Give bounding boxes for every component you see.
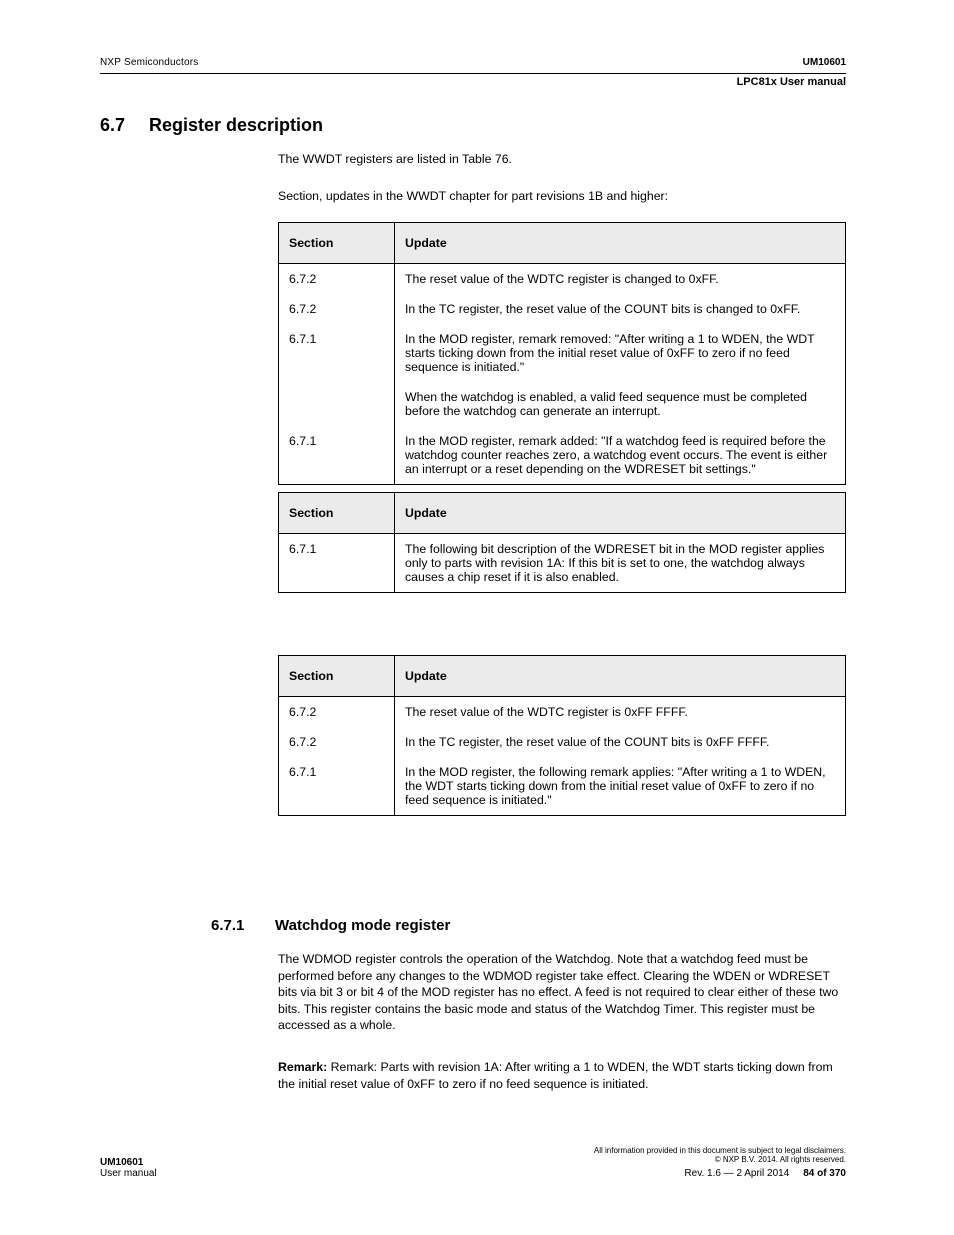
table-row: 6.7.1 The following bit description of t…: [279, 534, 846, 593]
cell-update: The following bit description of the WDR…: [395, 534, 846, 593]
table-row: When the watchdog is enabled, a valid fe…: [279, 382, 846, 426]
footer-left: UM10601 User manual: [100, 1157, 157, 1179]
table-row: 6.7.1 In the MOD register, remark remove…: [279, 324, 846, 382]
remark-text: Remark: Parts with revision 1A: After wr…: [278, 1060, 833, 1091]
updates-table-1: Section Update 6.7.2 The reset value of …: [278, 222, 846, 485]
header-subtitle: LPC81x User manual: [737, 76, 846, 88]
subsection-paragraph-2: Remark: Remark: Parts with revision 1A: …: [278, 1059, 846, 1092]
header-left: UM10601: [803, 57, 846, 68]
cell-update: In the TC register, the reset value of t…: [395, 727, 846, 757]
page: NXP Semiconductors UM10601 LPC81x User m…: [0, 0, 954, 1235]
intro-paragraph-2: Section, updates in the WWDT chapter for…: [278, 188, 846, 205]
updates-table-2: Section Update 6.7.1 The following bit d…: [278, 492, 846, 593]
subsection-title: Watchdog mode register: [275, 917, 450, 934]
section-number: 6.7: [100, 115, 125, 136]
footer-page: 84 of 370: [803, 1168, 846, 1179]
table-row: 6.7.1 In the MOD register, the following…: [279, 757, 846, 816]
intro-paragraph-1: The WWDT registers are listed in Table 7…: [278, 151, 846, 168]
table-header-update: Update: [395, 656, 846, 697]
cell-section: 6.7.2: [279, 727, 395, 757]
table-row: 6.7.2 The reset value of the WDTC regist…: [279, 264, 846, 295]
subsection-number: 6.7.1: [211, 917, 244, 934]
table-row: 6.7.2 In the TC register, the reset valu…: [279, 727, 846, 757]
table-header-update: Update: [395, 223, 846, 264]
table-row: 6.7.2 In the TC register, the reset valu…: [279, 294, 846, 324]
cell-update: In the MOD register, remark added: "If a…: [395, 426, 846, 485]
cell-section: 6.7.1: [279, 426, 395, 485]
table-row: 6.7.1 In the MOD register, remark added:…: [279, 426, 846, 485]
table-header-update: Update: [395, 493, 846, 534]
cell-update: In the MOD register, the following remar…: [395, 757, 846, 816]
footer-disclaimer: All information provided in this documen…: [594, 1146, 846, 1155]
subsection-paragraph-1: The WDMOD register controls the operatio…: [278, 951, 846, 1034]
cell-update: The reset value of the WDTC register is …: [395, 264, 846, 295]
cell-update: In the MOD register, remark removed: "Af…: [395, 324, 846, 382]
updates-table-3: Section Update 6.7.2 The reset value of …: [278, 655, 846, 816]
cell-section: 6.7.2: [279, 264, 395, 295]
cell-section: 6.7.2: [279, 294, 395, 324]
header-right: NXP Semiconductors: [100, 57, 198, 68]
footer-doc-id: UM10601: [100, 1157, 157, 1168]
cell-section: 6.7.1: [279, 757, 395, 816]
cell-update: The reset value of the WDTC register is …: [395, 697, 846, 728]
section-title: Register description: [149, 115, 323, 136]
cell-update: When the watchdog is enabled, a valid fe…: [395, 382, 846, 426]
cell-section: [279, 382, 395, 426]
footer-revision: Rev. 1.6 — 2 April 2014: [684, 1168, 789, 1179]
table-row: 6.7.2 The reset value of the WDTC regist…: [279, 697, 846, 728]
table-header-section: Section: [279, 223, 395, 264]
page-header: NXP Semiconductors UM10601: [100, 46, 846, 74]
footer-copyright: © NXP B.V. 2014. All rights reserved.: [594, 1155, 846, 1164]
cell-section: 6.7.1: [279, 324, 395, 382]
table-header-section: Section: [279, 656, 395, 697]
cell-update: In the TC register, the reset value of t…: [395, 294, 846, 324]
table-header-section: Section: [279, 493, 395, 534]
footer-doc-type: User manual: [100, 1168, 157, 1179]
cell-section: 6.7.1: [279, 534, 395, 593]
cell-section: 6.7.2: [279, 697, 395, 728]
footer-right: All information provided in this documen…: [594, 1146, 846, 1179]
